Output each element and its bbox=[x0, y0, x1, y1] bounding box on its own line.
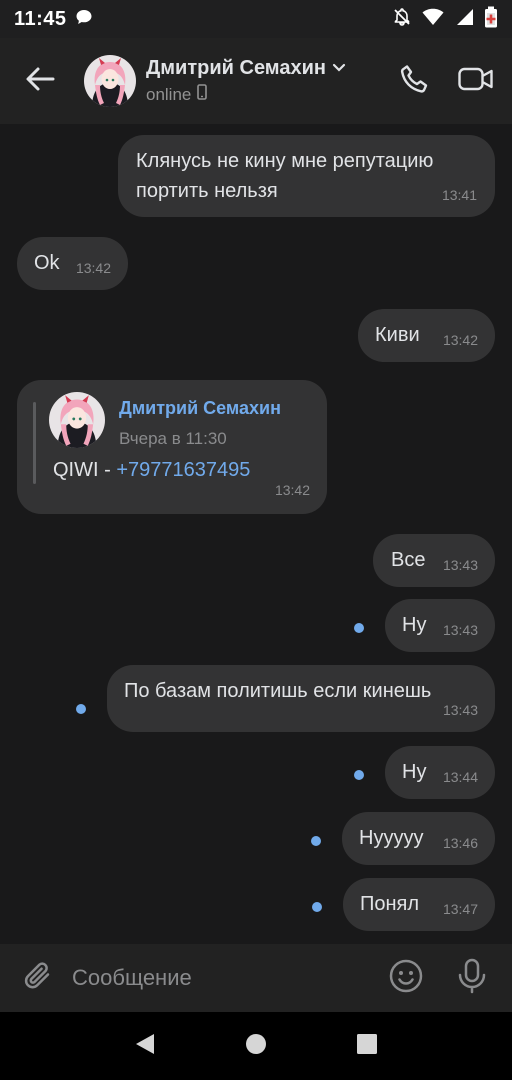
chat-bubble-icon bbox=[75, 8, 93, 31]
message-text: По базам политишь если кинешь bbox=[124, 680, 432, 702]
battery-icon bbox=[484, 6, 498, 33]
android-nav-bar bbox=[0, 1012, 512, 1080]
forward-date: Вчера в 11:30 bbox=[119, 429, 227, 448]
forwarded-message[interactable]: Дмитрий Семахин Вчера в 11:30 QIWI - +79… bbox=[17, 380, 327, 514]
chat-header: Дмитрий Семахин online bbox=[0, 38, 512, 124]
message-time: 13:43 bbox=[442, 702, 478, 718]
message-composer bbox=[0, 944, 512, 1012]
forward-author-avatar[interactable] bbox=[49, 392, 105, 448]
message-text: Все bbox=[391, 549, 426, 571]
forward-author-name[interactable]: Дмитрий Семахин bbox=[119, 394, 281, 422]
contact-name-dropdown[interactable]: Дмитрий Семахин bbox=[146, 57, 346, 80]
message-time: 13:44 bbox=[442, 769, 478, 785]
paperclip-icon bbox=[21, 959, 55, 998]
emoji-icon bbox=[388, 958, 424, 999]
outgoing-message[interactable]: Клянусь не кину мне репутацию портить не… bbox=[118, 135, 495, 217]
unread-indicator bbox=[354, 770, 364, 780]
message-time: 13:43 bbox=[442, 622, 478, 638]
nav-back-button[interactable] bbox=[121, 1022, 169, 1070]
nav-recents-button[interactable] bbox=[343, 1022, 391, 1070]
unread-indicator bbox=[76, 704, 86, 714]
outgoing-message[interactable]: Киви 13:42 bbox=[358, 309, 495, 362]
message-text: Ok bbox=[34, 252, 60, 274]
voice-message-button[interactable] bbox=[452, 958, 492, 998]
video-icon bbox=[458, 66, 494, 97]
phone-device-icon bbox=[197, 84, 208, 105]
call-button[interactable] bbox=[394, 61, 434, 101]
status-time: 11:45 bbox=[14, 7, 67, 30]
unread-indicator bbox=[312, 902, 322, 912]
back-arrow-icon bbox=[25, 66, 55, 97]
outgoing-message[interactable]: Ну 13:43 bbox=[385, 599, 495, 652]
header-status-row: online bbox=[146, 84, 346, 105]
nav-recents-icon bbox=[356, 1033, 378, 1060]
header-actions bbox=[394, 61, 496, 101]
message-time: 13:43 bbox=[442, 557, 478, 573]
chevron-down-icon bbox=[332, 60, 346, 78]
message-time: 13:46 bbox=[442, 835, 478, 851]
contact-avatar[interactable] bbox=[84, 55, 136, 107]
back-button[interactable] bbox=[10, 51, 70, 111]
message-text: портить нельзя bbox=[136, 180, 278, 202]
attach-button[interactable] bbox=[18, 958, 58, 998]
nav-home-icon bbox=[245, 1033, 267, 1060]
contact-status: online bbox=[146, 84, 192, 104]
outgoing-message[interactable]: Понял 13:47 bbox=[343, 878, 495, 931]
forward-text: QIWI - +79771637495 bbox=[53, 456, 250, 484]
message-text: Ну bbox=[402, 761, 427, 783]
status-left: 11:45 bbox=[14, 8, 93, 31]
message-text: Ну bbox=[402, 614, 427, 636]
forward-quote-bar bbox=[33, 402, 36, 484]
header-info: Дмитрий Семахин online bbox=[146, 57, 346, 105]
status-right bbox=[392, 6, 498, 33]
nav-back-icon bbox=[134, 1032, 156, 1061]
nav-home-button[interactable] bbox=[232, 1022, 280, 1070]
wifi-icon bbox=[422, 8, 444, 31]
message-text: Киви bbox=[375, 324, 420, 346]
incoming-message[interactable]: Ok 13:42 bbox=[17, 237, 128, 290]
emoji-button[interactable] bbox=[386, 958, 426, 998]
video-call-button[interactable] bbox=[456, 61, 496, 101]
message-input[interactable] bbox=[72, 954, 386, 1002]
status-bar: 11:45 bbox=[0, 0, 512, 38]
chat-screen: 11:45 Дмитрий Семахин online Клянусь не … bbox=[0, 0, 512, 1080]
outgoing-message[interactable]: Нууууу 13:46 bbox=[342, 812, 495, 865]
message-time: 13:47 bbox=[442, 901, 478, 917]
message-text: Нууууу bbox=[359, 827, 424, 849]
phone-icon bbox=[398, 63, 430, 100]
message-text: Понял bbox=[360, 893, 420, 915]
outgoing-message[interactable]: По базам политишь если кинешь 13:43 bbox=[107, 665, 495, 732]
forward-text-prefix: QIWI - bbox=[53, 459, 117, 481]
message-time: 13:42 bbox=[442, 332, 478, 348]
phone-link[interactable]: +79771637495 bbox=[116, 459, 250, 481]
unread-indicator bbox=[311, 836, 321, 846]
microphone-icon bbox=[456, 958, 488, 999]
outgoing-message[interactable]: Ну 13:44 bbox=[385, 746, 495, 799]
message-time: 13:41 bbox=[441, 187, 477, 203]
signal-icon bbox=[454, 8, 474, 31]
message-list[interactable]: Клянусь не кину мне репутацию портить не… bbox=[0, 124, 512, 944]
bell-off-icon bbox=[392, 7, 412, 32]
message-text: Клянусь не кину мне репутацию bbox=[136, 150, 434, 172]
contact-name: Дмитрий Семахин bbox=[146, 57, 326, 79]
message-time: 13:42 bbox=[75, 260, 111, 276]
message-time: 13:42 bbox=[274, 482, 310, 498]
unread-indicator bbox=[354, 623, 364, 633]
outgoing-message[interactable]: Все 13:43 bbox=[373, 534, 495, 587]
